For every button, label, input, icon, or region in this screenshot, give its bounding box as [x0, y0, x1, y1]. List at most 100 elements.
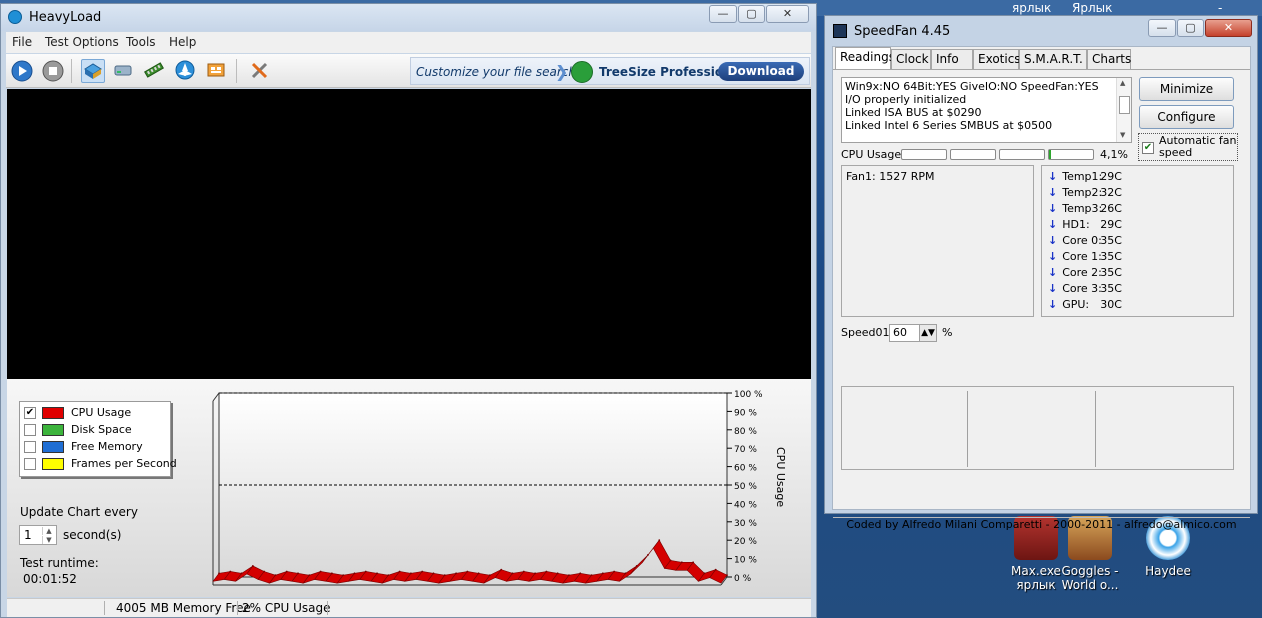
- temperature-reading: ↓ HD1: 29C: [1048, 218, 1122, 231]
- tab-exotics[interactable]: Exotics: [973, 49, 1021, 69]
- speed01-row: Speed01: 60 ▲▼ %: [841, 324, 1041, 344]
- temperature-value: 35C: [1100, 234, 1122, 247]
- spin-up-icon[interactable]: ▲: [42, 527, 55, 535]
- temperature-reading: ↓ Temp1:29C: [1048, 170, 1122, 183]
- treesize-ad-banner[interactable]: Customize your file search ❯ TreeSize Pr…: [410, 57, 810, 85]
- tools-button[interactable]: [249, 59, 273, 83]
- minimize-button[interactable]: —: [709, 5, 737, 23]
- cpu-data-point: [285, 570, 288, 573]
- cpu-meter: [1048, 149, 1094, 160]
- speedfan-client: Readings Clock Info Exotics S.M.A.R.T. C…: [832, 46, 1251, 531]
- temperature-value: 26C: [1100, 202, 1122, 215]
- menu-test-options[interactable]: Test Options: [45, 35, 119, 49]
- chevron-right-icon: ❯: [555, 62, 569, 81]
- log-line: I/O properly initialized: [845, 93, 967, 106]
- cpu-usage-chart: 100 % 90 % 80 % 70 % 60 % 50 % 40 % 30 % 20 % 10 …: [212, 390, 787, 586]
- test-runtime-label: Test runtime:: [20, 556, 99, 570]
- speed01-unit: %: [942, 326, 953, 339]
- chart-tick-label: 40 %: [734, 500, 757, 510]
- minimize-app-button[interactable]: Minimize: [1139, 77, 1234, 101]
- cpu-data-point: [421, 570, 424, 573]
- cpu-data-point: [556, 572, 559, 575]
- menu-help[interactable]: Help: [169, 35, 196, 49]
- panel-divider: [967, 391, 968, 467]
- temperature-name: Core 0:: [1062, 234, 1102, 247]
- legend-checkbox[interactable]: ✔: [24, 407, 36, 419]
- memory-toggle-button[interactable]: [143, 59, 167, 83]
- chart-tick-label: 70 %: [734, 445, 757, 455]
- update-chart-label: Update Chart every: [20, 505, 138, 519]
- memory-icon: [144, 62, 164, 78]
- disk-icon: [114, 65, 132, 76]
- spin-down-icon[interactable]: ▼: [42, 536, 55, 544]
- arrow-down-icon: ↓: [1048, 202, 1058, 215]
- cpu-toggle-button[interactable]: [81, 59, 105, 83]
- chart-y-axis-label: CPU Usage: [774, 447, 787, 507]
- legend-label: CPU Usage: [71, 406, 132, 419]
- legend-checkbox[interactable]: [24, 441, 36, 453]
- temperature-reading: ↓ GPU: 30C: [1048, 298, 1122, 311]
- cpu-data-point: [455, 572, 457, 575]
- menu-file[interactable]: File: [12, 35, 32, 49]
- disk-toggle-button[interactable]: [112, 59, 136, 83]
- status-separator: [104, 601, 105, 615]
- cpu-data-point: [477, 572, 480, 575]
- temperature-reading: ↓ Core 0:35C: [1048, 234, 1122, 247]
- cpu-data-point: [308, 574, 311, 577]
- toolbar: Customize your file search ❯ TreeSize Pr…: [6, 54, 811, 88]
- cpu-data-point: [432, 572, 435, 575]
- minimize-button[interactable]: —: [1148, 19, 1176, 37]
- arrow-down-icon: ↓: [1048, 218, 1058, 231]
- speed01-spinner[interactable]: 60 ▲▼: [889, 324, 937, 342]
- scroll-up-icon[interactable]: ▲: [1120, 79, 1125, 87]
- tab-readings[interactable]: Readings: [835, 47, 895, 70]
- update-interval-spinner[interactable]: 1 ▲ ▼: [19, 525, 57, 545]
- window-title: SpeedFan 4.45: [854, 24, 951, 39]
- readings-panel: Win9x:NO 64Bit:YES GiveIO:NO SpeedFan:YE…: [833, 69, 1250, 531]
- legend-checkbox[interactable]: [24, 424, 36, 436]
- temperature-reading: ↓ Core 2:35C: [1048, 266, 1122, 279]
- chart-tick-label: 60 %: [734, 464, 757, 474]
- automatic-fan-speed-checkbox[interactable]: ✔ Automatic fan speed: [1138, 133, 1238, 161]
- cpu-data-point: [545, 570, 548, 573]
- tab-charts[interactable]: Charts: [1087, 49, 1131, 69]
- tab-smart[interactable]: S.M.A.R.T.: [1019, 49, 1087, 69]
- scroll-down-icon[interactable]: ▼: [1120, 131, 1125, 139]
- cpu-data-point: [274, 574, 277, 577]
- download-button[interactable]: Download: [718, 62, 804, 81]
- arrow-down-icon: ↓: [1048, 298, 1058, 311]
- toolbar-separator: [71, 59, 72, 83]
- maximize-button[interactable]: ▢: [738, 5, 765, 23]
- chart-legend: ✔ CPU Usage Disk Space Free Memory Frame…: [19, 401, 177, 477]
- start-button[interactable]: [10, 59, 34, 83]
- close-button[interactable]: ✕: [1205, 19, 1252, 37]
- temperature-reading: ↓ Temp3:26C: [1048, 202, 1122, 215]
- configure-button[interactable]: Configure: [1139, 105, 1234, 129]
- stop-button[interactable]: [41, 59, 65, 83]
- cpu-data-point: [703, 572, 706, 575]
- legend-checkbox[interactable]: [24, 458, 36, 470]
- speedfan-titlebar[interactable]: SpeedFan 4.45 — ▢ ✕: [825, 16, 1257, 44]
- maximize-button[interactable]: ▢: [1177, 19, 1204, 37]
- treesize-button[interactable]: [205, 59, 229, 83]
- scrollbar-thumb[interactable]: [1119, 96, 1130, 114]
- log-textbox[interactable]: Win9x:NO 64Bit:YES GiveIO:NO SpeedFan:YE…: [841, 77, 1132, 143]
- gpu-toggle-button[interactable]: [174, 59, 198, 83]
- fans-panel: Fan1: 1527 RPM: [841, 165, 1034, 317]
- temperature-name: Core 1:: [1062, 250, 1102, 263]
- chart-tick-label: 50 %: [734, 482, 757, 492]
- checkbox-check-icon[interactable]: ✔: [1142, 142, 1154, 154]
- tab-clock[interactable]: Clock: [891, 49, 931, 69]
- stop-icon: [42, 60, 64, 82]
- tab-info[interactable]: Info: [931, 49, 973, 69]
- cpu-data-point: [218, 572, 220, 575]
- heavyload-titlebar[interactable]: HeavyLoad — ▢ ✕: [1, 4, 816, 31]
- cpu-data-point: [601, 572, 604, 575]
- log-scrollbar[interactable]: ▲ ▼: [1116, 78, 1131, 142]
- spin-updown-icon[interactable]: ▲▼: [919, 325, 936, 341]
- cpu-data-point: [443, 574, 446, 577]
- desktop-icon-label: World o...: [1061, 578, 1119, 592]
- cpu-data-point: [680, 561, 683, 564]
- close-button[interactable]: ✕: [766, 5, 809, 23]
- menu-tools[interactable]: Tools: [126, 35, 156, 49]
